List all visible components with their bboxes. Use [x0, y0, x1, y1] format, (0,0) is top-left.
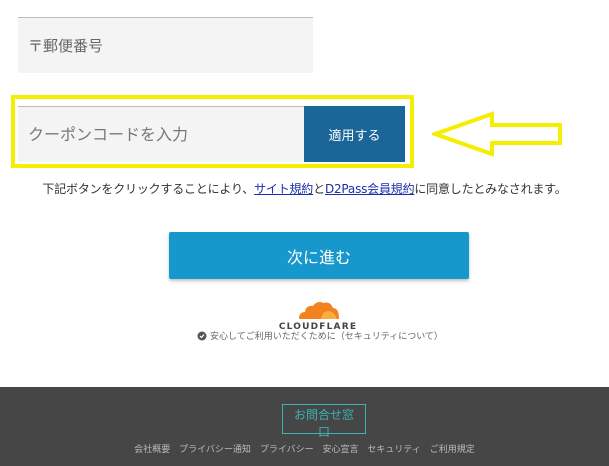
footer-link-safety[interactable]: 安心宣言: [323, 445, 359, 455]
cloudflare-logo: CLOUDFLARE: [276, 300, 360, 332]
footer: お問合せ窓口 会社概要 プライバシー通知 プライバシー 安心宣言 セキュリティ …: [0, 387, 609, 466]
postal-code-label: 〒郵便番号: [28, 37, 104, 55]
apply-coupon-button[interactable]: 適用する: [304, 106, 405, 162]
footer-links: 会社概要 プライバシー通知 プライバシー 安心宣言 セキュリティ ご利用規定: [0, 442, 609, 455]
contact-button[interactable]: お問合せ窓口: [282, 404, 366, 439]
yellow-arrow-icon: [432, 111, 562, 157]
next-button[interactable]: 次に進む: [169, 232, 469, 279]
footer-link-company[interactable]: 会社概要: [134, 445, 170, 455]
coupon-code-input[interactable]: [18, 106, 304, 162]
footer-link-privacy[interactable]: プライバシー: [260, 445, 314, 455]
footer-link-privacy-notice[interactable]: プライバシー通知: [179, 445, 251, 455]
footer-link-terms[interactable]: ご利用規定: [430, 445, 475, 455]
postal-code-field[interactable]: 〒郵便番号: [18, 17, 313, 73]
footer-link-security[interactable]: セキュリティ: [367, 445, 420, 455]
cloud-icon: [299, 302, 339, 319]
site-terms-link[interactable]: サイト規約: [254, 182, 313, 196]
terms-consent-text: 下記ボタンをクリックすることにより、サイト規約とD2Pass会員規約に同意したと…: [42, 182, 567, 196]
security-info-link[interactable]: 安心してご利用いただくために（セキュリティについて）: [197, 329, 443, 342]
shield-icon: [197, 331, 207, 340]
member-terms-link[interactable]: D2Pass会員規約: [325, 182, 415, 196]
